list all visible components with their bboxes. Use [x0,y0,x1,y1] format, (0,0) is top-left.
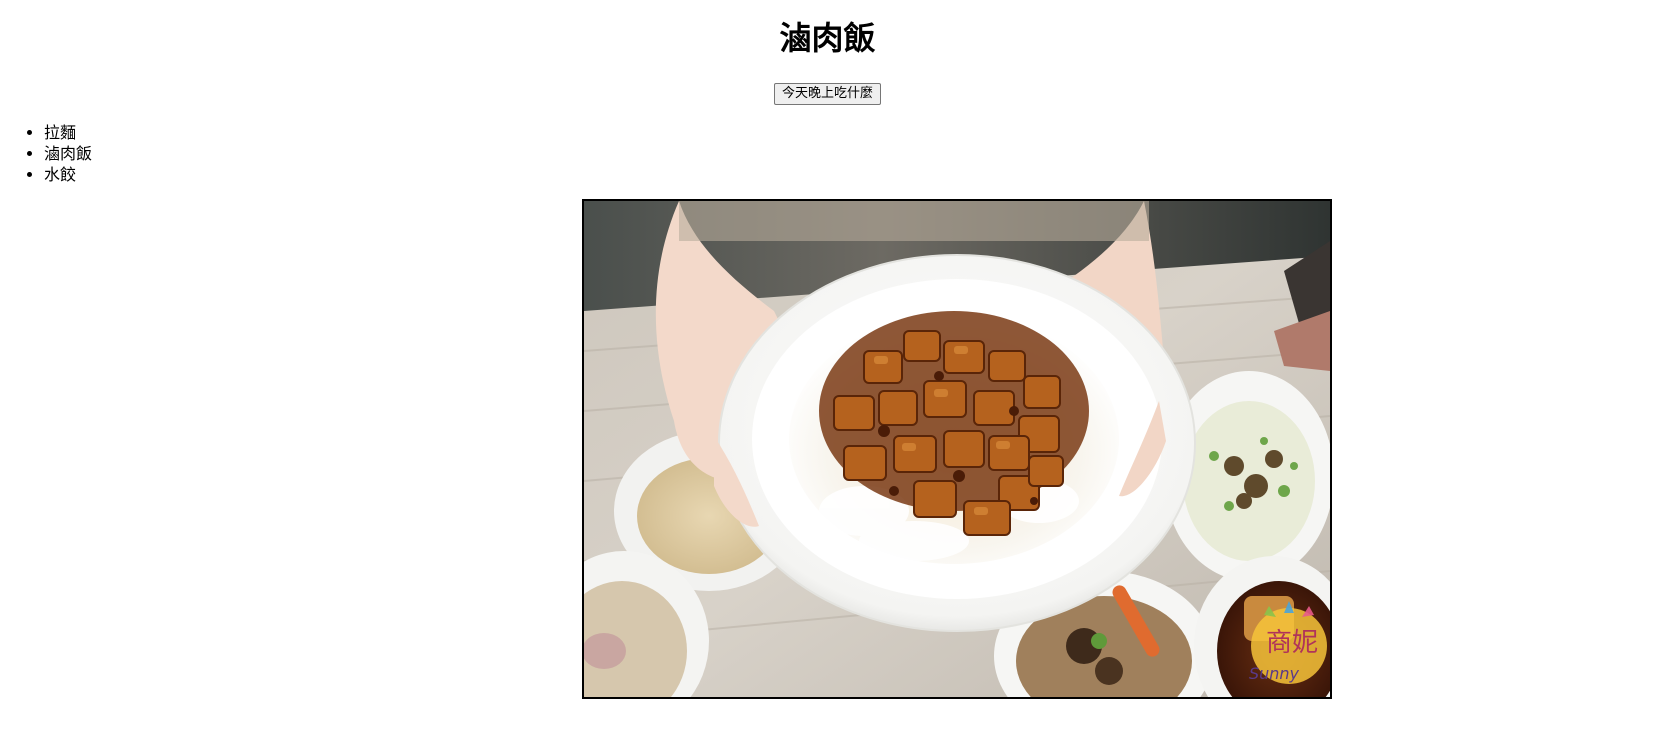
braised-pork-rice-image: 商妮 Sunny [584,201,1330,697]
watermark-text: 商妮 [1266,628,1318,658]
page: 滷肉飯 今天晚上吃什麼 拉麵 滷肉飯 水餃 [0,0,1655,738]
food-list: 拉麵 滷肉飯 水餃 [0,122,92,185]
food-photo: 商妮 Sunny [582,199,1332,699]
list-item: 拉麵 [44,122,92,143]
what-to-eat-button[interactable]: 今天晚上吃什麼 [773,83,881,105]
list-item: 水餃 [44,164,92,185]
list-item: 滷肉飯 [44,143,92,164]
watermark-subtext: Sunny [1249,664,1300,683]
button-container: 今天晚上吃什麼 [0,82,1655,105]
page-title: 滷肉飯 [779,19,876,57]
